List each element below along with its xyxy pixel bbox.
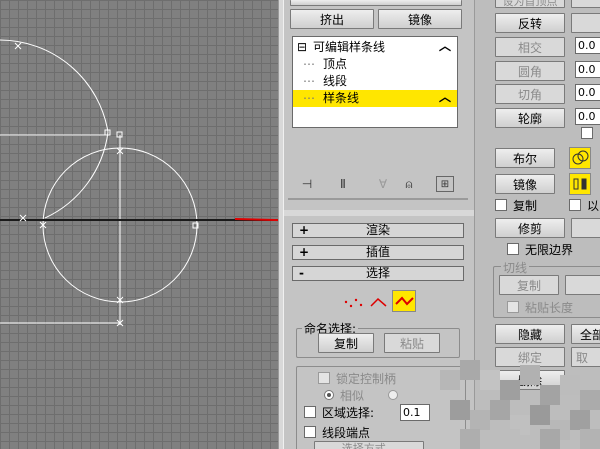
top-partial-button[interactable]	[290, 0, 462, 6]
about-pivot-checkbox[interactable]	[569, 199, 581, 211]
partial-button[interactable]	[571, 13, 600, 33]
select-by-button[interactable]: 选择方式...	[314, 441, 424, 449]
tree-line: ⋯	[303, 57, 315, 71]
all-radio[interactable]	[388, 390, 398, 400]
rollout-rendering[interactable]: + 渲染	[292, 223, 464, 238]
hide-button[interactable]: 隐藏	[495, 324, 565, 344]
about-pivot-label: 以	[587, 199, 600, 213]
lock-handles-label: 锁定控制柄	[336, 372, 397, 386]
stack-root-label: 可编辑样条线	[313, 40, 386, 54]
mirror-horizontal-icon[interactable]	[569, 173, 591, 195]
spline-arc-lower	[44, 131, 109, 219]
outline-button[interactable]: 轮廓	[495, 108, 565, 128]
unhide-all-button[interactable]: 全部	[571, 324, 600, 344]
spline-arc-top	[0, 39, 109, 133]
separator	[288, 198, 468, 200]
segment-end-label: 线段端点	[322, 426, 371, 440]
stack-item-spline[interactable]: ⋯ 样条线 ︿	[293, 90, 457, 107]
blurred-region	[440, 360, 600, 449]
rollout-selection[interactable]: - 选择	[292, 266, 464, 281]
rollout-title: 选择	[365, 266, 390, 280]
infinite-bounds-label: 无限边界	[525, 243, 574, 257]
union-icon[interactable]	[569, 147, 591, 169]
intersect-button[interactable]: 相交	[495, 37, 565, 57]
stack-item-segment[interactable]: ⋯ 线段	[293, 73, 457, 90]
copy-label: 复制	[513, 199, 538, 213]
pin-stack-icon[interactable]: ⊣	[298, 176, 316, 192]
fillet-button[interactable]: 圆角	[495, 61, 565, 81]
stack-item-label: 样条线	[323, 91, 360, 105]
stack-item-label: 线段	[323, 74, 348, 88]
paste-length-checkbox[interactable]	[507, 301, 519, 313]
chamfer-spinner[interactable]: 0.0	[575, 84, 600, 101]
tangent-group-title: 切线	[501, 259, 530, 276]
segment-level-icon[interactable]	[368, 292, 390, 312]
chevron-up-icon: ︿	[438, 90, 451, 104]
fillet-spinner[interactable]: 0.0	[575, 61, 600, 78]
rollout-title: 渲染	[365, 223, 390, 237]
chamfer-button[interactable]: 切角	[495, 84, 565, 104]
collapse-icon[interactable]: ⊟	[297, 39, 307, 56]
scroll-grip[interactable]	[284, 210, 474, 216]
paste-named-button[interactable]: 粘贴	[384, 333, 440, 353]
stack-root-row[interactable]: ⊟ 可编辑样条线 ︿	[293, 39, 457, 56]
show-end-result-icon[interactable]: Ⅱ	[334, 176, 352, 192]
remove-modifier-icon[interactable]: ⍝	[400, 176, 418, 192]
extrude-button[interactable]: 挤出	[290, 9, 374, 29]
intersect-spinner[interactable]: 0.0	[575, 37, 600, 54]
area-select-checkbox[interactable]	[304, 406, 316, 418]
center-checkbox[interactable]	[581, 127, 593, 139]
partial-button-top[interactable]	[571, 0, 600, 8]
tree-line: ⋯	[303, 74, 315, 88]
mirror-button[interactable]: 镜像	[378, 9, 462, 29]
vertex-level-icon[interactable]	[342, 292, 364, 312]
trim-button[interactable]: 修剪	[495, 218, 565, 238]
boolean-button[interactable]: 布尔	[495, 148, 555, 168]
tangent-copy-button[interactable]: 复制	[499, 275, 559, 295]
reverse-button[interactable]: 反转	[495, 13, 565, 33]
configure-sets-icon[interactable]: ⊞	[436, 176, 454, 192]
tangent-paste-button[interactable]	[565, 275, 600, 295]
make-unique-icon[interactable]: ∀	[374, 176, 392, 192]
outline-spinner[interactable]: 0.0	[575, 108, 600, 125]
copy-checkbox[interactable]	[495, 199, 507, 211]
area-select-label: 区域选择:	[322, 406, 375, 420]
area-select-spinner[interactable]: 0.1	[400, 404, 430, 421]
stack-item-label: 顶点	[323, 57, 348, 71]
extend-button[interactable]	[571, 218, 600, 238]
spline-level-icon[interactable]	[392, 290, 416, 312]
modifier-stack[interactable]: ⊟ 可编辑样条线 ︿ ⋯ 顶点 ⋯ 线段 ⋯ 样条线 ︿	[292, 36, 458, 128]
rollout-title: 插值	[365, 245, 390, 259]
tree-line: ⋯	[303, 91, 315, 105]
lock-handles-checkbox[interactable]	[318, 372, 330, 384]
segment-end-checkbox[interactable]	[304, 426, 316, 438]
mirror-spline-button[interactable]: 镜像	[495, 174, 555, 194]
stack-item-vertex[interactable]: ⋯ 顶点	[293, 56, 457, 73]
paste-length-label: 粘贴长度	[525, 301, 574, 315]
make-first-button[interactable]: 设为首顶点	[495, 0, 565, 8]
copy-named-button[interactable]: 复制	[318, 333, 374, 353]
rollout-interpolation[interactable]: + 插值	[292, 245, 464, 260]
chevron-up-icon: ︿	[438, 39, 451, 53]
similar-label: 相似	[340, 389, 365, 403]
similar-radio[interactable]	[324, 390, 334, 400]
infinite-bounds-checkbox[interactable]	[507, 243, 519, 255]
